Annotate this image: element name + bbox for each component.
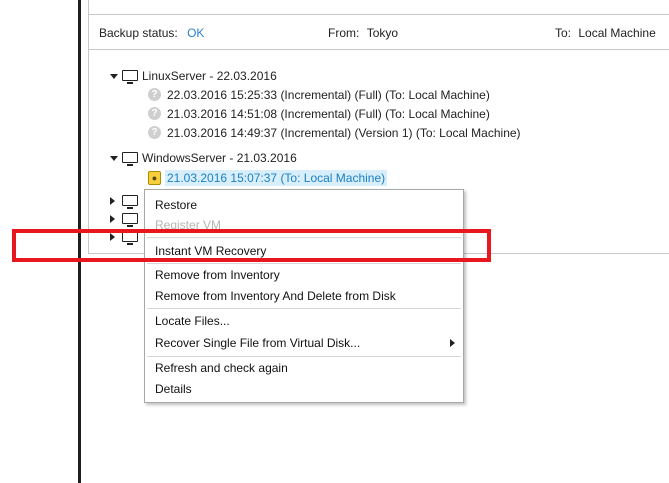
from-label: From: (328, 26, 360, 40)
lock-icon: ● (148, 171, 161, 185)
backup-status: Backup status: OK (99, 26, 204, 40)
restore-point-label: 22.03.2016 15:25:33 (Incremental) (Full)… (167, 88, 490, 102)
menu-item-refresh[interactable]: Refresh and check again (155, 358, 288, 378)
menu-separator (147, 263, 461, 264)
menu-item-restore[interactable]: Restore (155, 195, 197, 215)
menu-item-remove-from-inventory[interactable]: Remove from Inventory (155, 265, 280, 285)
menu-separator (147, 356, 461, 357)
tree-node-label: LinuxServer - 22.03.2016 (142, 69, 277, 83)
to-label: To: (555, 26, 572, 40)
expand-caret-icon[interactable] (110, 197, 115, 205)
context-menu: Restore Register VM Instant VM Recovery … (144, 189, 464, 403)
menu-item-label: Recover Single File from Virtual Disk... (155, 336, 361, 350)
menu-separator (147, 308, 461, 309)
restore-point-label: 21.03.2016 15:07:37 (To: Local Machine) (165, 170, 388, 186)
status-bar: Backup status: OK From: Tokyo To: Local … (88, 14, 669, 50)
expand-caret-icon[interactable] (110, 156, 118, 161)
server-monitor-icon (122, 195, 138, 209)
expand-caret-icon[interactable] (110, 215, 115, 223)
tree-node-label: WindowsServer - 21.03.2016 (142, 151, 297, 165)
to-info: To: Local Machine (555, 26, 656, 40)
menu-item-details[interactable]: Details (155, 379, 192, 399)
from-value: Tokyo (366, 26, 399, 40)
server-monitor-icon (122, 152, 138, 166)
menu-item-locate-files[interactable]: Locate Files... (155, 311, 230, 331)
backup-status-value: OK (187, 26, 205, 40)
question-icon: ? (148, 107, 161, 120)
restore-point-label: 21.03.2016 14:49:37 (Incremental) (Versi… (167, 126, 521, 140)
highlight-box (12, 229, 491, 262)
question-icon: ? (148, 126, 161, 139)
to-value: Local Machine (578, 26, 656, 40)
menu-item-remove-and-delete[interactable]: Remove from Inventory And Delete from Di… (155, 286, 396, 306)
expand-caret-icon[interactable] (110, 74, 118, 79)
server-monitor-icon (122, 70, 138, 84)
from-info: From: Tokyo (328, 26, 398, 40)
submenu-arrow-icon (450, 339, 455, 347)
question-icon: ? (148, 88, 161, 101)
restore-point-label: 21.03.2016 14:51:08 (Incremental) (Full)… (167, 107, 490, 121)
server-monitor-icon (122, 213, 138, 227)
menu-item-recover-single-file[interactable]: Recover Single File from Virtual Disk... (155, 333, 455, 353)
backup-status-label: Backup status: (99, 26, 178, 40)
